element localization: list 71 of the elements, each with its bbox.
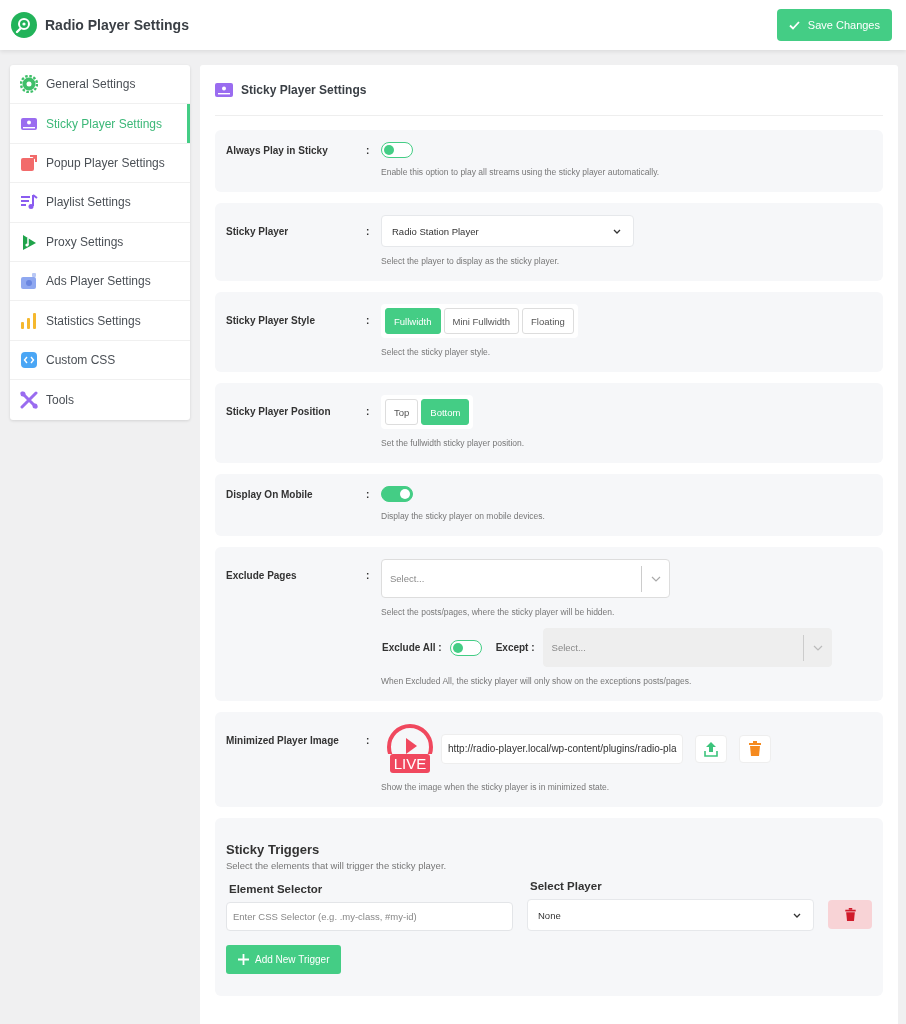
player-dropdown[interactable]: None bbox=[527, 899, 814, 931]
sidebar-item[interactable]: Ads Player Settings bbox=[10, 261, 190, 302]
play-icon bbox=[387, 724, 433, 754]
chevron-icon bbox=[812, 644, 823, 651]
delete-button[interactable] bbox=[828, 900, 872, 929]
logo-icon bbox=[11, 12, 37, 38]
trash-icon bbox=[749, 741, 762, 756]
toggle-switch[interactable] bbox=[381, 486, 413, 502]
settings-icon bbox=[20, 75, 38, 94]
help-text: Select the posts/pages, where the sticky player will be hidden. bbox=[381, 607, 615, 617]
chevron-icon bbox=[613, 228, 621, 234]
help-text: Enable this option to play all streams using the sticky player automatically. bbox=[381, 167, 660, 177]
option-button[interactable]: Floating bbox=[522, 308, 574, 334]
sidebar-item[interactable]: Proxy Settings bbox=[10, 222, 190, 262]
section-subtitle: Select the elements that will trigger the sticky player. bbox=[226, 860, 447, 871]
except-label: Except : bbox=[495, 642, 535, 653]
tools-icon bbox=[20, 390, 38, 409]
colon: : bbox=[366, 569, 371, 583]
toggle-switch[interactable] bbox=[381, 142, 413, 158]
help-text: Show the image when the sticky player is in minimized state. bbox=[381, 782, 610, 792]
colon: : bbox=[366, 144, 371, 158]
toggle-switch[interactable] bbox=[449, 639, 482, 656]
stats-icon bbox=[20, 311, 38, 330]
sidebar-item[interactable]: Custom CSS bbox=[10, 340, 190, 381]
trash-icon bbox=[844, 908, 856, 921]
help-text: When Excluded All, the sticky player will only show on the exceptions posts/pages. bbox=[381, 676, 692, 686]
help-text: Display the sticky player on mobile devices. bbox=[381, 511, 545, 521]
upload-icon bbox=[704, 740, 719, 757]
exclude-all-label: Exclude All : bbox=[382, 642, 442, 653]
check-icon bbox=[788, 20, 800, 30]
url-field[interactable]: http://radio-player.local/wp-content/plugins/radio-pla bbox=[441, 733, 684, 764]
playlist-icon bbox=[20, 193, 38, 212]
popup-icon bbox=[20, 153, 38, 172]
colon: : bbox=[366, 314, 371, 328]
delete-button[interactable] bbox=[739, 734, 772, 763]
setting-label: Minimized Player Image bbox=[226, 734, 340, 748]
sidebar-item[interactable]: General Settings bbox=[10, 65, 190, 105]
selector-input[interactable]: Enter CSS Selector (e.g. .my-class, #my-id) bbox=[226, 902, 513, 931]
colon: : bbox=[366, 488, 371, 502]
setting-label: Sticky Player Position bbox=[226, 405, 332, 419]
help-text: Set the fullwidth sticky player position. bbox=[381, 438, 525, 448]
setting-label: Sticky Player bbox=[226, 225, 290, 239]
colon: : bbox=[366, 734, 371, 748]
sidebar-item[interactable]: Statistics Settings bbox=[10, 301, 190, 341]
setting-label: Exclude Pages bbox=[226, 569, 298, 583]
plus-icon bbox=[238, 954, 249, 965]
help-text: Select the sticky player style. bbox=[381, 347, 491, 357]
colon: : bbox=[366, 405, 371, 419]
app-title: Radio Player Settings bbox=[45, 17, 189, 33]
panel-title: Sticky Player Settings bbox=[241, 83, 367, 97]
setting-label: Sticky Player Style bbox=[226, 314, 316, 328]
colon: : bbox=[366, 225, 371, 239]
sidebar-item[interactable]: Playlist Settings bbox=[10, 183, 190, 223]
setting-label: Display On Mobile bbox=[226, 488, 314, 502]
chevron-icon bbox=[651, 575, 661, 582]
chevron-icon bbox=[793, 912, 801, 918]
proxy-icon bbox=[20, 232, 38, 251]
help-text: Select the player to display as the sticky player. bbox=[381, 256, 560, 266]
code-icon bbox=[20, 350, 38, 369]
field-label: Element Selector bbox=[228, 883, 324, 895]
pages-dropdown[interactable]: Select... bbox=[381, 559, 670, 598]
player-dropdown[interactable]: Radio Station Player bbox=[381, 215, 634, 247]
option-button[interactable]: Top bbox=[385, 399, 419, 425]
section-title: Sticky Triggers bbox=[226, 842, 320, 857]
setting-label: Always Play in Sticky bbox=[226, 144, 329, 158]
field-label: Select Player bbox=[529, 880, 603, 892]
option-button[interactable]: Mini Fullwidth bbox=[443, 308, 520, 334]
screen-icon bbox=[215, 83, 233, 97]
sidebar-item[interactable]: Popup Player Settings bbox=[10, 143, 190, 184]
upload-button[interactable] bbox=[695, 734, 728, 763]
sidebar-item[interactable]: Tools bbox=[10, 380, 190, 420]
